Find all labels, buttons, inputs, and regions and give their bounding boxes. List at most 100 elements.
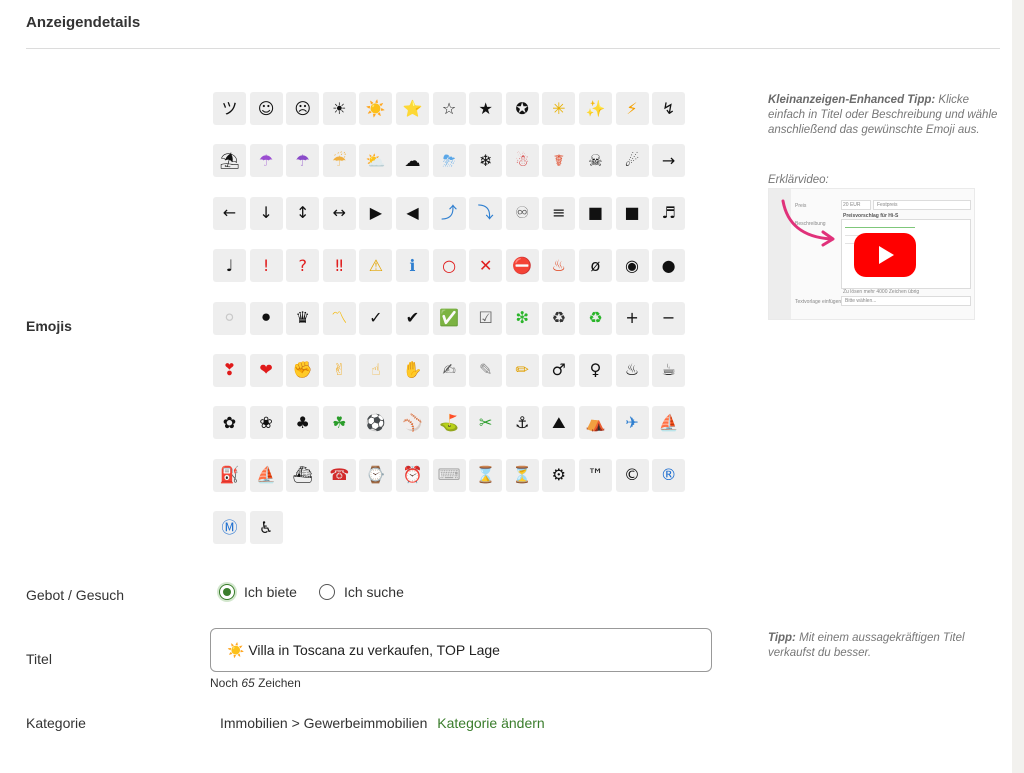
emoji-button[interactable]: ⌚ [359, 458, 393, 492]
emoji-button[interactable]: ♬ [652, 196, 686, 230]
emoji-button[interactable]: ⚓ [505, 406, 539, 440]
emoji-button[interactable]: ⌛ [469, 458, 503, 492]
emoji-button[interactable]: ✕ [469, 249, 503, 283]
emoji-button[interactable]: ? [286, 249, 320, 283]
emoji-button[interactable]: ☁ [395, 144, 429, 178]
emoji-button[interactable]: ● [652, 249, 686, 283]
emoji-button[interactable]: ☀️ [359, 92, 393, 125]
emoji-button[interactable]: ❇ [505, 301, 539, 335]
radio-offer-checked[interactable] [219, 584, 235, 600]
emoji-button[interactable]: ☤ [542, 144, 576, 178]
emoji-button[interactable]: ✓ [359, 301, 393, 335]
emoji-button[interactable]: ✂ [469, 406, 503, 440]
emoji-button[interactable]: 〽 [322, 301, 356, 335]
emoji-button[interactable]: ‼ [322, 249, 356, 283]
emoji-button[interactable]: ♛ [286, 301, 320, 335]
emoji-button[interactable]: © [615, 458, 649, 492]
emoji-button[interactable]: ↕ [286, 196, 320, 230]
emoji-button[interactable]: ☠ [578, 144, 612, 178]
emoji-button[interactable]: ✨ [578, 92, 612, 125]
emoji-button[interactable]: ↔ [322, 196, 356, 230]
emoji-button[interactable]: ⛅ [359, 144, 393, 178]
emoji-button[interactable]: ♣ [286, 406, 320, 440]
emoji-button[interactable]: ⛰ [542, 406, 576, 440]
emoji-button[interactable]: ℹ [395, 249, 429, 283]
emoji-button[interactable]: ⚾ [395, 406, 429, 440]
emoji-button[interactable]: ⚫ [249, 301, 283, 335]
emoji-button[interactable]: ✅ [432, 301, 466, 335]
emoji-button[interactable]: ⛱ [213, 144, 246, 178]
emoji-button[interactable]: Ⓜ [213, 511, 246, 545]
youtube-play-icon[interactable] [854, 233, 916, 277]
emoji-button[interactable]: − [652, 301, 686, 335]
emoji-button[interactable]: → [652, 144, 686, 178]
emoji-button[interactable]: ✌ [322, 353, 356, 387]
emoji-button[interactable]: ☆ [432, 92, 466, 125]
explainer-video-thumbnail[interactable]: Preis 20 EUR Festpreis Preisvorschlag fü… [768, 188, 975, 320]
emoji-button[interactable]: ✋ [395, 353, 429, 387]
emoji-button[interactable]: ⛵ [652, 406, 686, 440]
emoji-button[interactable]: ⤴ [432, 196, 466, 230]
emoji-button[interactable]: ☎ [322, 458, 356, 492]
emoji-button[interactable]: ✔ [395, 301, 429, 335]
emoji-button[interactable]: ♩ [213, 249, 246, 283]
emoji-button[interactable]: ☃ [505, 144, 539, 178]
emoji-button[interactable]: ⛈ [432, 144, 466, 178]
emoji-button[interactable]: ♀ [578, 353, 612, 387]
emoji-button[interactable]: ☂ [249, 144, 283, 178]
title-input[interactable]: ☀️ Villa in Toscana zu verkaufen, TOP La… [210, 628, 712, 672]
emoji-button[interactable]: ☀ [322, 92, 356, 125]
emoji-button[interactable]: ❀ [249, 406, 283, 440]
emoji-button[interactable]: ✪ [505, 92, 539, 125]
emoji-button[interactable]: ⏰ [395, 458, 429, 492]
emoji-button[interactable]: ☕ [652, 353, 686, 387]
emoji-button[interactable]: ▶ [359, 196, 393, 230]
emoji-button[interactable]: ⭐ [395, 92, 429, 125]
emoji-button[interactable]: ✿ [213, 406, 246, 440]
emoji-button[interactable]: ☄ [615, 144, 649, 178]
emoji-button[interactable]: ☝ [359, 353, 393, 387]
emoji-button[interactable]: ⚙ [542, 458, 576, 492]
emoji-button[interactable]: ◀ [395, 196, 429, 230]
emoji-button[interactable]: ♾ [505, 196, 539, 230]
emoji-button[interactable]: ✏ [505, 353, 539, 387]
emoji-button[interactable]: ⚠ [359, 249, 393, 283]
emoji-button[interactable]: ❄ [469, 144, 503, 178]
emoji-button[interactable]: ♨ [542, 249, 576, 283]
emoji-button[interactable]: ⛔ [505, 249, 539, 283]
emoji-button[interactable]: ■ [615, 196, 649, 230]
emoji-button[interactable]: ↓ [249, 196, 283, 230]
emoji-button[interactable]: ♻ [578, 301, 612, 335]
emoji-button[interactable]: ⌨ [432, 458, 466, 492]
emoji-button[interactable]: ■ [578, 196, 612, 230]
emoji-button[interactable]: ♨ [615, 353, 649, 387]
emoji-button[interactable]: ↯ [652, 92, 686, 125]
emoji-button[interactable]: ⏳ [505, 458, 539, 492]
emoji-button[interactable]: ⛺ [578, 406, 612, 440]
emoji-button[interactable]: ☹ [286, 92, 320, 125]
emoji-button[interactable]: ⛵ [249, 458, 283, 492]
emoji-button[interactable]: ✊ [286, 353, 320, 387]
emoji-button[interactable]: ✳ [542, 92, 576, 125]
emoji-button[interactable]: ❣ [213, 353, 246, 387]
emoji-button[interactable]: ⚽ [359, 406, 393, 440]
radio-option-offer[interactable]: Ich biete [219, 584, 297, 600]
emoji-button[interactable]: ⚪ [213, 301, 246, 335]
emoji-button[interactable]: ® [652, 458, 686, 492]
emoji-button[interactable]: ✎ [469, 353, 503, 387]
emoji-button[interactable]: ⛴ [286, 458, 320, 492]
emoji-button[interactable]: ! [249, 249, 283, 283]
emoji-button[interactable]: ✍ [432, 353, 466, 387]
emoji-button[interactable]: ™ [578, 458, 612, 492]
emoji-button[interactable]: ★ [469, 92, 503, 125]
emoji-button[interactable]: ← [213, 196, 246, 230]
emoji-button[interactable]: ✈ [615, 406, 649, 440]
emoji-button[interactable]: ⛽ [213, 458, 246, 492]
emoji-button[interactable]: ◉ [615, 249, 649, 283]
emoji-button[interactable]: ø [578, 249, 612, 283]
emoji-button[interactable]: ❤ [249, 353, 283, 387]
emoji-button[interactable]: ≡ [542, 196, 576, 230]
emoji-button[interactable]: ☘ [322, 406, 356, 440]
emoji-button[interactable]: ツ [213, 92, 246, 125]
emoji-button[interactable]: ⤵ [469, 196, 503, 230]
